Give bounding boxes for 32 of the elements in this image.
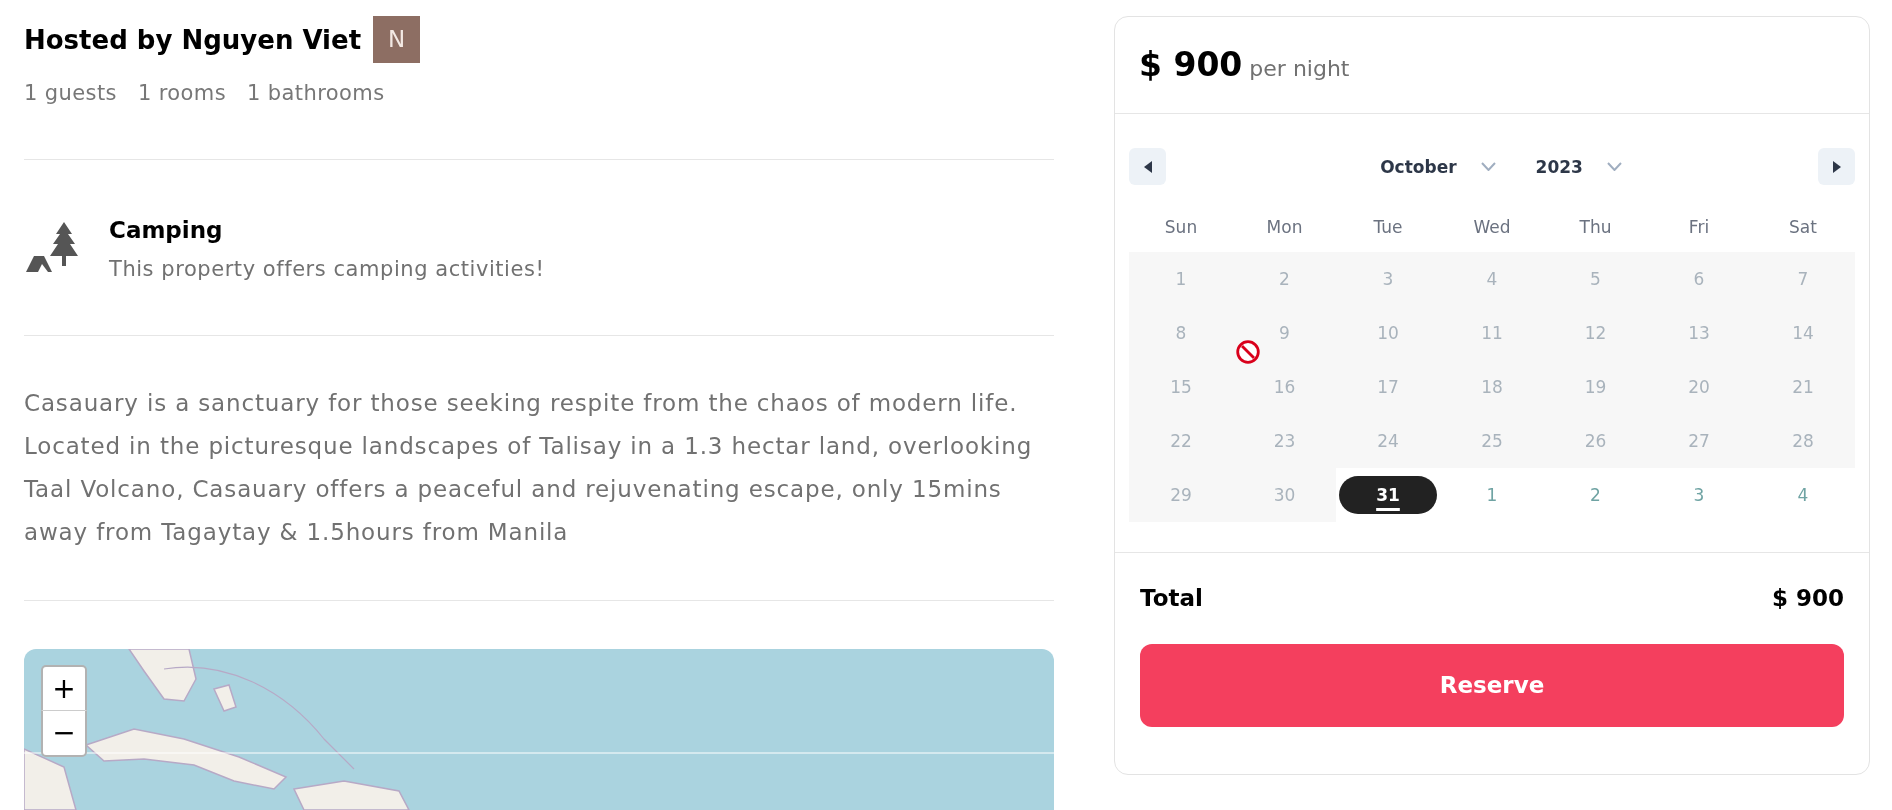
- triangle-right-icon: [1831, 160, 1842, 173]
- chevron-down-icon: [1606, 162, 1622, 171]
- previous-month-button[interactable]: [1129, 148, 1166, 185]
- description-text: Casauary is a sanctuary for those seeking respite from the chaos of modern life. Located in the picturesque landscapes of Talisay in a 1.3 hectar land, overlooking Taal Volcano, Casauary offers a peaceful and rejuvenating escape, only 15mins away from Tagaytay & 1.5hours from Manila: [24, 389, 1034, 547]
- host-avatar: N: [373, 16, 421, 63]
- price-text: $ 900: [1139, 45, 1243, 85]
- next-month-button[interactable]: [1818, 148, 1855, 185]
- weekday-label: Tue: [1372, 216, 1404, 239]
- calendar-day[interactable]: 31: [1339, 476, 1437, 514]
- host-title: Hosted by Nguyen Viet: [24, 23, 362, 57]
- total-label: Total: [1140, 584, 1203, 613]
- weekday-label: Sat: [1788, 216, 1818, 239]
- year-select[interactable]: 2023: [1535, 154, 1622, 179]
- chevron-down-icon: [1480, 162, 1496, 171]
- weekday-label: Fri: [1687, 216, 1711, 239]
- reserve-button[interactable]: Reserve: [1140, 644, 1844, 727]
- amenity-title: Camping: [109, 216, 224, 245]
- stat-text: 1 rooms: [137, 80, 227, 107]
- weekday-label: Sun: [1163, 216, 1199, 239]
- zoom-in-button[interactable]: +: [41, 665, 87, 711]
- not-allowed-cursor-icon: [1236, 340, 1260, 364]
- triangle-left-icon: [1142, 160, 1153, 173]
- month-select[interactable]: October: [1380, 154, 1496, 179]
- amenity-description: This property offers camping activities!: [109, 256, 545, 283]
- weekday-label: Wed: [1472, 216, 1512, 239]
- price-unit-text: per night: [1249, 55, 1350, 83]
- stat-text: 1 bathrooms: [247, 80, 385, 107]
- weekday-label: Thu: [1578, 216, 1613, 239]
- stat-text: 1 guests: [24, 80, 117, 107]
- zoom-out-button[interactable]: −: [41, 711, 87, 757]
- weekday-label: Mon: [1265, 216, 1304, 239]
- total-amount: $ 900: [1771, 584, 1844, 613]
